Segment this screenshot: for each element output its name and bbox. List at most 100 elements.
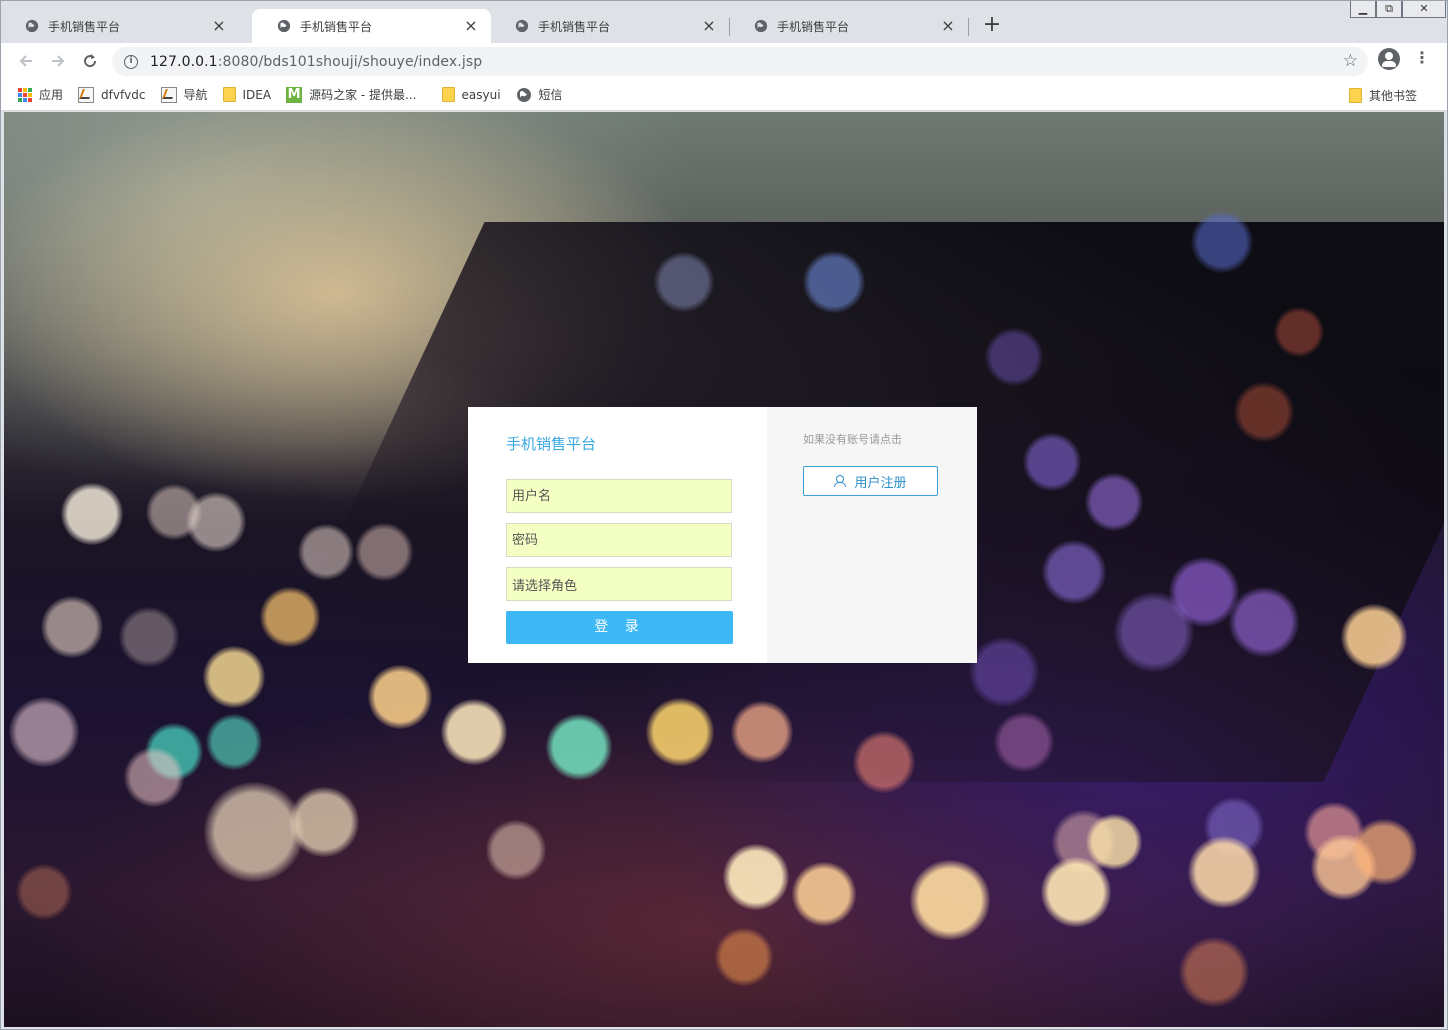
m-logo-favicon: M (286, 86, 303, 103)
bookmark-nav[interactable]: 导航 (160, 82, 215, 108)
bokeh-light (1351, 819, 1417, 885)
tab-title: 手机销售平台 (777, 19, 850, 34)
browser-tab-3[interactable]: 手机销售平台 × (490, 9, 730, 43)
folder-icon (1348, 87, 1362, 103)
profile-avatar-icon[interactable] (1378, 48, 1400, 70)
tab-close-icon[interactable]: × (940, 18, 956, 34)
bokeh-light (16, 864, 72, 920)
tab-title: 手机销售平台 (300, 19, 373, 34)
chart-favicon (78, 86, 95, 103)
bokeh-light (119, 607, 179, 667)
bokeh-light (9, 697, 79, 767)
bookmark-label: 短信 (538, 88, 563, 102)
register-panel: 如果没有账号请点击 用户注册 (767, 407, 977, 663)
bokeh-light (260, 587, 320, 647)
bookmarks-bar: 应用 dfvfvdc 导航 IDEA M 源码之家 - 提供最... easyu… (0, 79, 1448, 111)
browser-tab-4[interactable]: 手机销售平台 × (729, 9, 969, 43)
browser-tab-1[interactable]: 手机销售平台 × (0, 9, 239, 43)
bookmark-star-icon[interactable]: ☆ (1343, 51, 1358, 71)
window-controls: ▁ ⧉ ✕ (1350, 0, 1446, 19)
url-host: 127.0.0.1 (150, 53, 218, 70)
bokeh-light (298, 524, 354, 580)
bookmark-label: 源码之家 - 提供最... (309, 88, 417, 102)
bokeh-light (1191, 211, 1253, 273)
bookmark-label: 导航 (183, 88, 208, 102)
bokeh-light (203, 646, 265, 708)
bookmark-label: IDEA (242, 87, 272, 102)
bokeh-light (1085, 473, 1143, 531)
globe-icon (754, 19, 768, 33)
bookmark-sms[interactable]: 短信 (516, 82, 570, 108)
bokeh-light (715, 928, 773, 986)
chart-favicon (160, 86, 177, 103)
login-card: 手机销售平台 请选择角色 登 录 如果没有账号请点击 用户注册 (468, 407, 977, 663)
bookmark-dfvfvdc[interactable]: dfvfvdc (78, 82, 152, 108)
bokeh-light (206, 714, 262, 770)
bokeh-light (985, 328, 1043, 386)
bokeh-light (1023, 433, 1081, 491)
back-arrow-icon[interactable] (10, 45, 42, 77)
window-close-icon[interactable]: ✕ (1402, 0, 1446, 18)
globe-icon (25, 19, 39, 33)
bokeh-light (546, 714, 612, 780)
register-button[interactable]: 用户注册 (803, 466, 938, 496)
bookmark-label: 应用 (39, 88, 64, 102)
page-background: 手机销售平台 请选择角色 登 录 如果没有账号请点击 用户注册 (4, 112, 1444, 1027)
tab-strip: 手机销售平台 × 手机销售平台 × 手机销售平台 × 手机销售平台 × + ▁ … (0, 0, 1448, 43)
minimize-icon[interactable]: ▁ (1350, 0, 1376, 18)
bookmark-idea[interactable]: IDEA (222, 82, 279, 108)
login-panel: 手机销售平台 请选择角色 登 录 (468, 407, 767, 663)
other-bookmarks-label: 其他书签 (1368, 88, 1417, 103)
bookmark-easyui[interactable]: easyui (441, 82, 508, 108)
browser-tab-2[interactable]: 手机销售平台 × (252, 9, 491, 43)
bokeh-light (1188, 836, 1260, 908)
bokeh-light (186, 492, 246, 552)
browser-toolbar: i 127.0.0.1:8080/bds101shouji/shouye/ind… (0, 43, 1448, 79)
forward-arrow-icon[interactable] (42, 45, 74, 77)
browser-menu-icon[interactable]: ⋮ (1412, 49, 1432, 69)
bokeh-light (61, 483, 123, 545)
bookmark-apps[interactable]: 应用 (18, 82, 70, 108)
password-input[interactable] (506, 523, 732, 557)
apps-grid-icon (18, 87, 32, 102)
login-button[interactable]: 登 录 (506, 611, 733, 644)
bokeh-light (853, 731, 915, 793)
url-path: :8080/bds101shouji/shouye/index.jsp (217, 53, 483, 70)
bokeh-light (910, 860, 990, 940)
other-bookmarks[interactable]: 其他书签 (1348, 82, 1424, 108)
tab-close-icon[interactable]: × (463, 18, 479, 34)
folder-icon (222, 87, 236, 102)
bokeh-light (723, 844, 789, 910)
globe-icon (277, 19, 291, 33)
bokeh-light (1341, 604, 1407, 670)
bokeh-light (204, 782, 304, 882)
bokeh-light (1086, 814, 1142, 870)
bokeh-light (1179, 937, 1249, 1007)
reload-icon[interactable] (74, 45, 106, 77)
bokeh-light (441, 699, 507, 765)
address-bar[interactable]: i 127.0.0.1:8080/bds101shouji/shouye/ind… (112, 47, 1368, 76)
restore-icon[interactable]: ⧉ (1376, 0, 1402, 18)
username-input[interactable] (506, 479, 732, 513)
role-select[interactable]: 请选择角色 (506, 567, 732, 601)
bookmark-yuanma[interactable]: M 源码之家 - 提供最... (286, 82, 423, 108)
site-info-icon[interactable]: i (124, 54, 138, 69)
tab-title: 手机销售平台 (538, 19, 611, 34)
bokeh-light (289, 787, 359, 857)
bokeh-light (646, 698, 714, 766)
bookmark-label: dfvfvdc (101, 87, 146, 102)
tab-close-icon[interactable]: × (211, 18, 227, 34)
globe-icon (515, 19, 529, 33)
new-tab-button[interactable]: + (980, 14, 1004, 38)
bokeh-light (1042, 540, 1106, 604)
bokeh-light (1274, 307, 1324, 357)
tab-close-icon[interactable]: × (701, 18, 717, 34)
bokeh-light (1229, 587, 1299, 657)
bokeh-light (969, 637, 1039, 707)
bokeh-light (486, 820, 546, 880)
globe-icon (516, 87, 531, 102)
bokeh-light (368, 665, 432, 729)
bokeh-light (994, 712, 1054, 772)
bokeh-light (1114, 592, 1194, 672)
bokeh-light (1041, 857, 1111, 927)
